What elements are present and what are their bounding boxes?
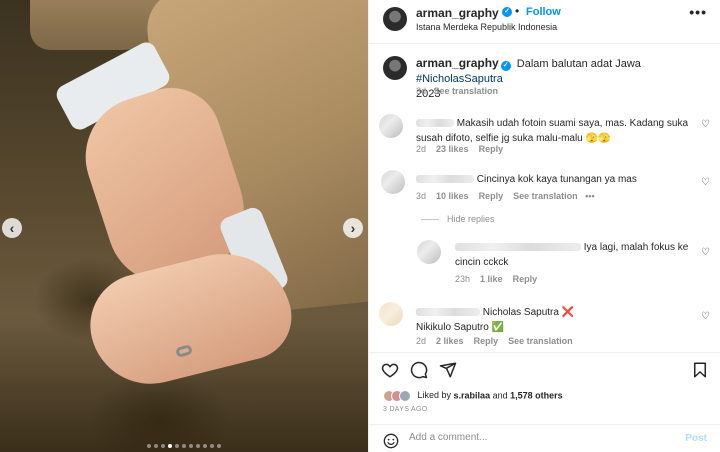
follow-button[interactable]: Follow [526,6,561,18]
comment-likes[interactable]: 2 likes [436,336,464,346]
comment-time[interactable]: 2d [416,336,426,346]
comment-bubble-icon[interactable] [410,361,428,379]
likes-summary: Liked by s.rabilaa and 1,578 others [383,390,563,402]
caption-see-translation[interactable]: See translation [434,86,499,96]
comment-3-meta: 23h 1 like Reply [455,274,537,284]
post-action-bar [369,352,720,388]
comment-reply-button[interactable]: Reply [479,144,504,154]
liker-avatar[interactable] [399,390,411,402]
comment-time[interactable]: 2d [416,144,426,154]
comment-text: Nikikulo Saputro ✅ [416,322,505,333]
carousel-dot [175,444,179,448]
author-username[interactable]: arman_graphy [416,6,499,20]
like-comment-heart-icon[interactable]: ♡ [701,312,710,322]
liked-by-and: and [490,390,511,401]
post-location[interactable]: Istana Merdeka Republik Indonesia [416,22,557,32]
emoji-smiley-icon[interactable] [383,433,399,449]
carousel-dot [168,444,172,448]
comment-time[interactable]: 23h [455,274,470,284]
carousel-prev-button[interactable]: ‹ [2,218,22,238]
comment-input[interactable] [409,432,669,443]
add-comment-bar: Post [369,424,720,452]
comment-time[interactable]: 3d [416,191,426,201]
like-heart-icon[interactable] [381,361,399,379]
caption-username[interactable]: arman_graphy [416,56,499,70]
comment-name-suffix: Nicholas Saputra ❌ [482,307,575,318]
header-separator: • [515,4,520,18]
carousel-dot [196,444,200,448]
carousel-dot [210,444,214,448]
more-options-icon[interactable]: ••• [689,4,707,20]
post-date[interactable]: 3 DAYS AGO [383,406,428,413]
comment-likes[interactable]: 1 like [480,274,503,284]
comment-see-translation[interactable]: See translation [508,336,573,346]
commenter-username-blurred[interactable] [416,308,480,317]
carousel-dot [182,444,186,448]
commenter-username-blurred[interactable] [416,119,454,128]
commenter-username-blurred[interactable] [416,175,474,184]
hide-replies-button[interactable]: Hide replies [421,214,495,224]
comment-likes[interactable]: 10 likes [436,191,469,201]
caption-time[interactable]: 3d [416,86,426,96]
comment-see-translation[interactable]: See translation [513,191,578,201]
hide-replies-line [421,219,439,221]
post-comment-button[interactable]: Post [685,433,707,444]
like-comment-heart-icon[interactable]: ♡ [701,120,710,130]
comment-3-reply: Iya lagi, malah fokus ke cincin cckck [455,240,695,270]
carousel-dot [161,444,165,448]
comment-more-icon[interactable]: ••• [585,191,594,201]
carousel-dots [0,444,368,448]
post-header: arman_graphy ✓ • Follow Istana Merdeka R… [369,0,720,44]
commenter-avatar[interactable] [379,302,403,326]
post-photo[interactable]: ‹ › [0,0,368,452]
comment-text: Makasih udah fotoin suami saya, mas. Kad… [416,118,689,144]
carousel-dot [203,444,207,448]
comment-reply-button[interactable]: Reply [513,274,538,284]
carousel-dot [147,444,151,448]
like-comment-heart-icon[interactable]: ♡ [701,248,710,258]
carousel-next-button[interactable]: › [343,218,363,238]
like-comment-heart-icon[interactable]: ♡ [701,178,710,188]
hide-replies-label: Hide replies [447,214,495,224]
commenter-username-blurred[interactable] [455,243,581,252]
comment-reply-button[interactable]: Reply [474,336,499,346]
carousel-dot [217,444,221,448]
comment-4-meta: 2d 2 likes Reply See translation [416,336,573,346]
comment-1-meta: 2d 23 likes Reply [416,144,503,154]
post-details-panel: arman_graphy ✓ • Follow Istana Merdeka R… [368,0,720,452]
liked-by-prefix: Liked by [417,390,454,401]
caption-text: Dalam balutan adat Jawa [516,58,641,70]
reply-commenter-avatar[interactable] [417,240,441,264]
commenter-avatar[interactable] [379,114,403,138]
liked-by-user[interactable]: s.rabilaa [454,390,491,400]
comment-text: Cincinya kok kaya tunangan ya mas [476,174,637,185]
carousel-dot [189,444,193,448]
carousel-dot [154,444,158,448]
save-bookmark-icon[interactable] [691,361,709,379]
comment-2: Cincinya kok kaya tunangan ya mas [416,172,696,187]
share-paper-plane-icon[interactable] [439,361,457,379]
caption-author-avatar[interactable] [383,56,407,80]
caption-meta: 3d See translation [416,86,498,96]
comment-likes[interactable]: 23 likes [436,144,469,154]
author-avatar[interactable] [383,7,407,31]
commenter-avatar[interactable] [381,170,405,194]
liked-by-others[interactable]: 1,578 others [510,390,563,400]
verified-badge-icon: ✓ [500,61,511,71]
caption-hashtag[interactable]: #NicholasSaputra [416,73,503,85]
verified-badge-icon: ✓ [502,7,512,17]
comment-2-meta: 3d 10 likes Reply See translation ••• [416,191,595,201]
comment-reply-button[interactable]: Reply [479,191,504,201]
comment-1: Makasih udah fotoin suami saya, mas. Kad… [416,116,691,146]
comment-4: Nicholas Saputra ❌ Nikikulo Saputro ✅ [416,305,696,335]
